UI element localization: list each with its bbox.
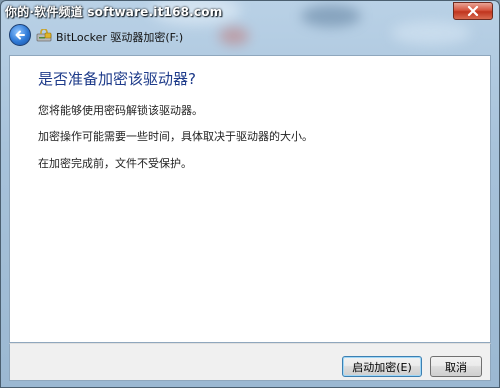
page-heading: 是否准备加密该驱动器?: [38, 70, 196, 88]
info-text: 您将能够使用密码解锁该驱动器。: [38, 104, 203, 117]
watermark-text: 你的·软件频道 software.it168.com: [5, 5, 223, 19]
start-encryption-button[interactable]: 启动加密(E): [342, 356, 422, 377]
close-button[interactable]: [453, 2, 493, 20]
navigation-bar: BitLocker 驱动器加密(F:): [1, 23, 499, 49]
bitlocker-drive-icon: [36, 29, 52, 42]
cancel-button[interactable]: 取消: [430, 356, 482, 377]
close-icon: [467, 6, 479, 16]
info-text: 加密操作可能需要一些时间，具体取决于驱动器的大小。: [38, 130, 313, 143]
back-arrow-icon: [15, 30, 25, 40]
bitlocker-window: 你的·软件频道 software.it168.com BitLocker 驱动器…: [0, 0, 500, 388]
content-panel: 是否准备加密该驱动器? 您将能够使用密码解锁该驱动器。 加密操作可能需要一些时间…: [9, 55, 491, 343]
info-text: 在加密完成前，文件不受保护。: [38, 157, 192, 170]
window-title: BitLocker 驱动器加密(F:): [56, 31, 184, 44]
button-bar: 启动加密(E) 取消: [9, 343, 491, 381]
back-button[interactable]: [9, 24, 31, 46]
